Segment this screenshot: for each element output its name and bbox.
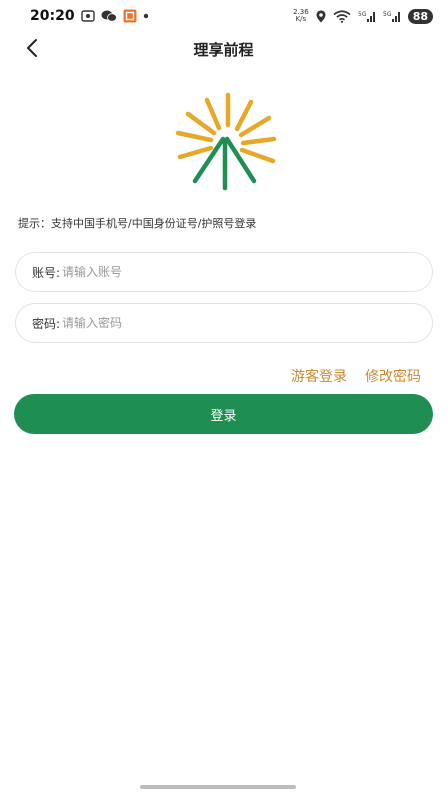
back-button[interactable] <box>20 36 44 60</box>
password-label: 密码: <box>32 316 61 331</box>
page-title: 理享前程 <box>193 40 254 59</box>
signal1-label: 5G <box>358 11 367 18</box>
wifi-icon <box>333 9 351 23</box>
screenshot-icon <box>80 10 95 22</box>
net-speed-unit: K/s <box>295 15 307 23</box>
account-field[interactable]: 账号: <box>15 252 433 292</box>
status-time: 20:20 <box>30 8 75 24</box>
login-button[interactable]: 登录 <box>14 394 433 434</box>
wechat-icon <box>101 10 117 22</box>
status-left: 20:20 <box>30 8 149 24</box>
login-hint: 提示：支持中国手机号/中国身份证号/护照号登录 <box>18 217 257 230</box>
battery-indicator: 88 <box>407 8 433 24</box>
status-right: 2.36 K/s 5G 5G 88 <box>293 8 433 24</box>
header: 理享前程 <box>0 32 447 66</box>
account-label: 账号: <box>32 265 61 280</box>
app-notification-icon <box>123 9 137 23</box>
location-icon <box>316 10 326 23</box>
signal-icon-1: 5G <box>358 10 376 23</box>
login-page: 20:20 2.36 K/s 5G 5G 88 理享前程 提示：支持中国手机号/… <box>0 0 447 796</box>
brand-logo <box>175 92 277 191</box>
status-bar: 20:20 2.36 K/s 5G 5G 88 <box>0 0 447 32</box>
home-indicator[interactable] <box>140 785 296 789</box>
auth-links: 游客登录 修改密码 <box>291 366 421 386</box>
dot-icon <box>143 13 149 19</box>
account-input[interactable] <box>62 257 432 287</box>
signal2-label: 5G <box>383 11 392 18</box>
password-field[interactable]: 密码: <box>15 303 433 343</box>
change-password-link[interactable]: 修改密码 <box>365 366 421 386</box>
chevron-left-icon <box>27 39 37 57</box>
guest-login-link[interactable]: 游客登录 <box>291 366 347 386</box>
signal-icon-2: 5G <box>383 10 401 23</box>
password-input[interactable] <box>62 308 432 338</box>
net-speed: 2.36 K/s <box>293 9 309 23</box>
